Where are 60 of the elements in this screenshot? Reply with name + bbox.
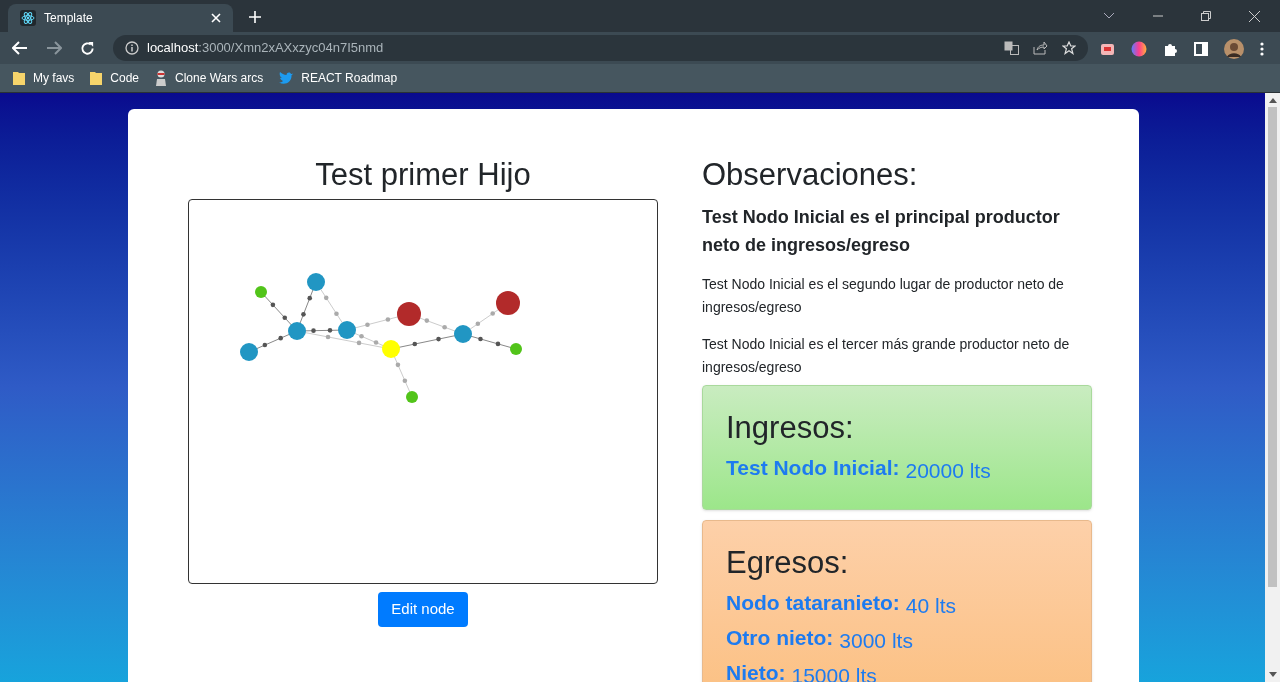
graph-node[interactable] <box>496 291 520 315</box>
scroll-up-icon[interactable] <box>1268 98 1277 103</box>
entry-name: Test Nodo Inicial: <box>726 455 900 481</box>
bookmark-link[interactable]: Clone Wars arcs <box>175 69 264 87</box>
avatar-icon[interactable] <box>1224 39 1244 59</box>
reload-icon[interactable] <box>80 40 95 56</box>
restore-icon[interactable] <box>1201 11 1211 21</box>
entry-name: Nodo tataranieto: <box>726 590 900 616</box>
extension-icon[interactable] <box>1100 42 1115 56</box>
url-text: localhost:3000/Xmn2xAXxzyc04n7I5nmd <box>147 39 384 58</box>
folder-icon <box>90 71 103 85</box>
graph-node[interactable] <box>338 321 356 339</box>
graph-node[interactable] <box>307 273 325 291</box>
side-panel-icon[interactable] <box>1194 42 1208 56</box>
menu-icon[interactable] <box>1260 42 1264 56</box>
bookmark-link[interactable]: My favs <box>33 69 75 87</box>
bird-icon <box>279 72 294 84</box>
back-icon[interactable] <box>12 41 28 55</box>
figure-icon <box>155 70 168 86</box>
forward-icon[interactable] <box>46 41 62 55</box>
new-tab-icon[interactable] <box>249 11 261 23</box>
bookmark-link[interactable]: Code <box>110 69 140 87</box>
scroll-down-icon[interactable] <box>1268 672 1277 677</box>
browser-tab[interactable]: Template <box>8 4 233 32</box>
share-icon[interactable] <box>1033 41 1048 55</box>
react-logo-icon <box>20 10 36 26</box>
graph-node[interactable] <box>510 343 522 355</box>
graph-node[interactable] <box>406 391 418 403</box>
close-window-icon[interactable] <box>1249 10 1260 22</box>
chevron-down-icon[interactable] <box>1103 12 1115 20</box>
info-icon <box>125 41 139 55</box>
puzzle-icon[interactable] <box>1163 41 1178 57</box>
graph-node[interactable] <box>240 343 258 361</box>
graph-title: Test primer Hijo <box>315 157 531 193</box>
entry-name: Nieto: <box>726 660 786 682</box>
observation-text: Test Nodo Inicial es el tercer más grande productor neto de ingresos/egreso <box>702 335 1071 377</box>
entry-name: Otro nieto: <box>726 625 834 651</box>
address-bar[interactable]: localhost:3000/Xmn2xAXxzyc04n7I5nmd <box>113 35 1088 61</box>
scrollbar[interactable] <box>1265 93 1280 682</box>
graph-node[interactable] <box>255 286 267 298</box>
color-circle-icon[interactable] <box>1131 41 1147 57</box>
graph-node[interactable] <box>382 340 400 358</box>
graph-node[interactable] <box>397 302 421 326</box>
observations-title: Observaciones: <box>702 157 919 193</box>
edit-node-button[interactable]: Edit node <box>378 592 468 627</box>
folder-icon <box>13 71 25 85</box>
entry-amount: 20000 lts <box>905 458 991 484</box>
close-icon[interactable] <box>211 13 221 23</box>
card-title: Ingresos: <box>726 410 855 446</box>
translate-icon[interactable] <box>1004 41 1019 55</box>
graph-node[interactable] <box>288 322 306 340</box>
observation-text: Test Nodo Inicial es el segundo lugar de productor neto de ingresos/egreso <box>702 275 1065 317</box>
entry-amount: 3000 lts <box>839 628 913 654</box>
star-icon[interactable] <box>1062 41 1076 55</box>
lead-text: Test Nodo Inicial es el principal productor neto de ingresos/egreso <box>702 206 1061 257</box>
entry-amount: 40 lts <box>905 593 957 619</box>
card-title: Egresos: <box>726 545 850 581</box>
graph-node[interactable] <box>454 325 472 343</box>
tab-title: Template <box>44 10 94 27</box>
bookmark-link[interactable]: REACT Roadmap <box>301 69 398 87</box>
